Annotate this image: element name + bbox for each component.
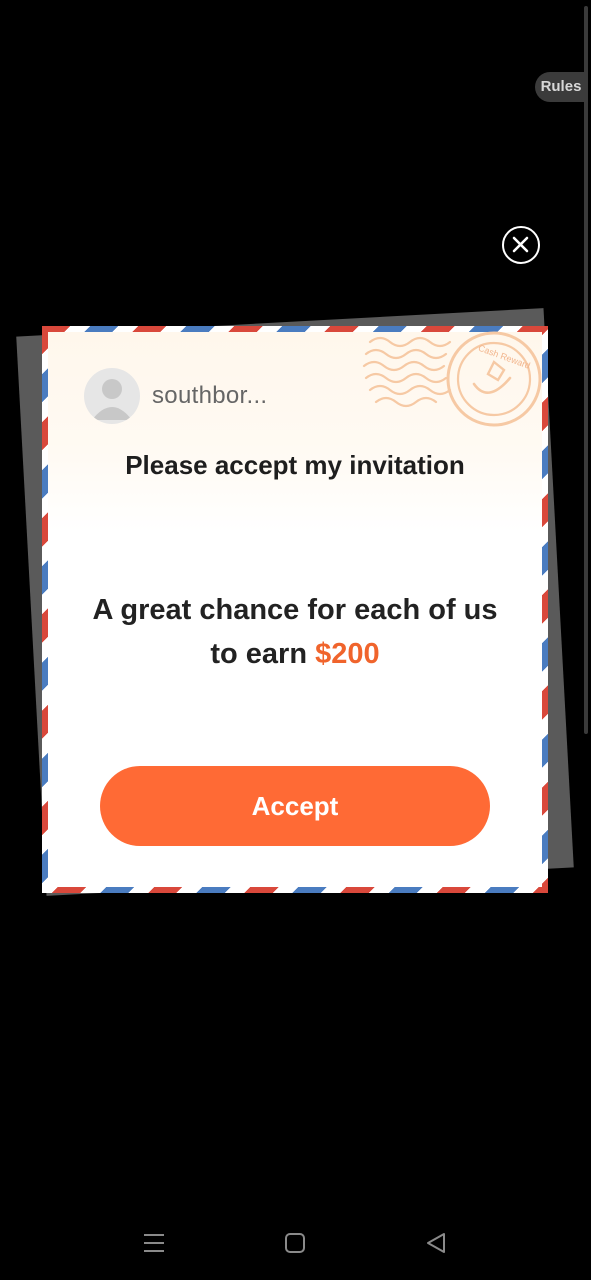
invitation-title: Please accept my invitation — [125, 450, 465, 480]
accept-button[interactable]: Accept — [100, 766, 490, 846]
screen: Rules Cash Reward southbor... Please acc… — [0, 0, 591, 1280]
envelope-body: Cash Reward southbor... Please accept my… — [48, 331, 542, 887]
close-button[interactable] — [502, 226, 540, 264]
message-text: A great chance for each of us to earn — [92, 594, 498, 670]
avatar-placeholder-icon — [92, 379, 132, 420]
rules-button[interactable]: Rules — [535, 72, 587, 102]
reward-amount: $200 — [315, 638, 380, 670]
system-navigation-bar — [0, 1206, 591, 1280]
close-icon — [512, 236, 529, 253]
home-icon[interactable] — [284, 1232, 306, 1254]
back-icon[interactable] — [425, 1232, 447, 1254]
inviter-username: southbor... — [152, 382, 268, 409]
avatar — [84, 368, 140, 424]
invitation-message: A great chance for each of us to earn $2… — [78, 588, 512, 676]
invitation-envelope: Cash Reward southbor... Please accept my… — [42, 326, 548, 893]
scrollbar[interactable] — [584, 6, 588, 734]
postmark-stamp-icon: Cash Reward — [362, 331, 542, 427]
menu-icon[interactable] — [142, 1232, 166, 1254]
